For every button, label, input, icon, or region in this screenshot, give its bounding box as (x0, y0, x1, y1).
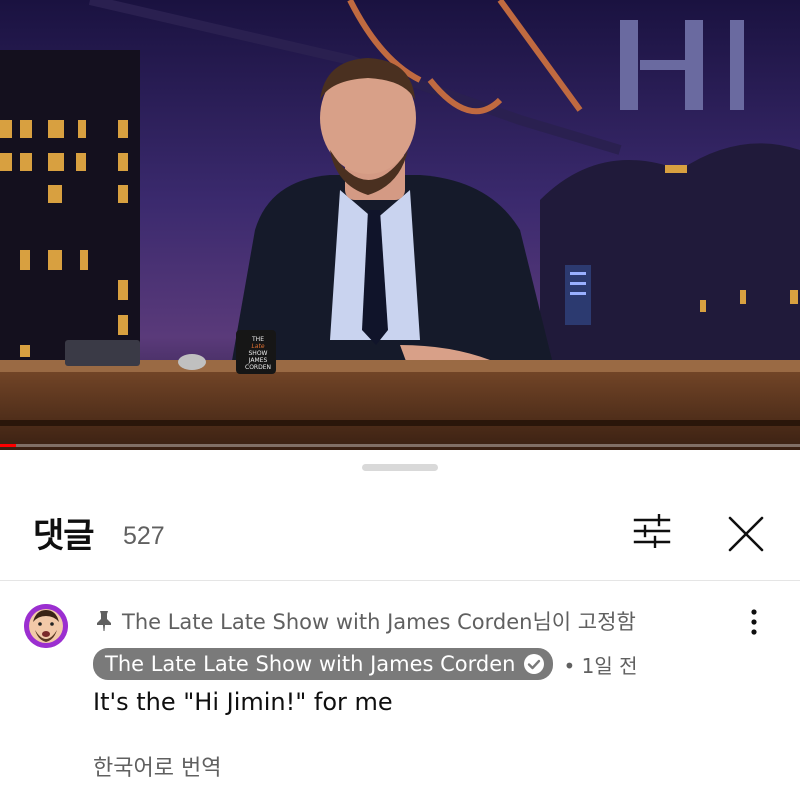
comments-title: 댓글 (33, 516, 95, 556)
author-name: The Late Late Show with James Corden (105, 652, 516, 676)
translate-button[interactable]: 한국어로 번역 (93, 750, 221, 782)
pin-icon (97, 611, 111, 631)
author-chip[interactable]: The Late Late Show with James Corden (93, 648, 554, 680)
comment-meta: The Late Late Show with James Corden • 1… (93, 648, 638, 680)
comment-text: It's the "Hi Jimin!" for me (93, 688, 393, 716)
video-frame (0, 0, 800, 450)
comment-more-button[interactable] (736, 602, 772, 642)
header-divider (0, 580, 800, 581)
video-progress-bar[interactable] (0, 444, 800, 447)
sliders-icon (633, 514, 671, 548)
more-vertical-icon (751, 609, 757, 635)
comments-count: 527 (123, 522, 165, 550)
video-player[interactable]: THE Late SHOW JAMES CORDEN (0, 0, 800, 450)
sort-filter-button[interactable] (628, 512, 676, 550)
close-icon (728, 516, 764, 552)
close-button[interactable] (722, 510, 770, 558)
comment-timestamp: • 1일 전 (563, 653, 638, 678)
comments-sheet: 댓글 527 The Late Late Show with James Cor… (0, 450, 800, 805)
desk-mug-label: THE Late SHOW JAMES CORDEN (245, 336, 271, 371)
pinned-text: The Late Late Show with James Corden님이 고… (122, 610, 636, 634)
video-progress-fill (0, 444, 16, 447)
drag-handle[interactable] (362, 464, 438, 471)
pinned-label: The Late Late Show with James Corden님이 고… (96, 606, 636, 636)
avatar-image (24, 604, 68, 648)
avatar[interactable] (24, 604, 68, 648)
verified-check-icon (523, 653, 545, 675)
